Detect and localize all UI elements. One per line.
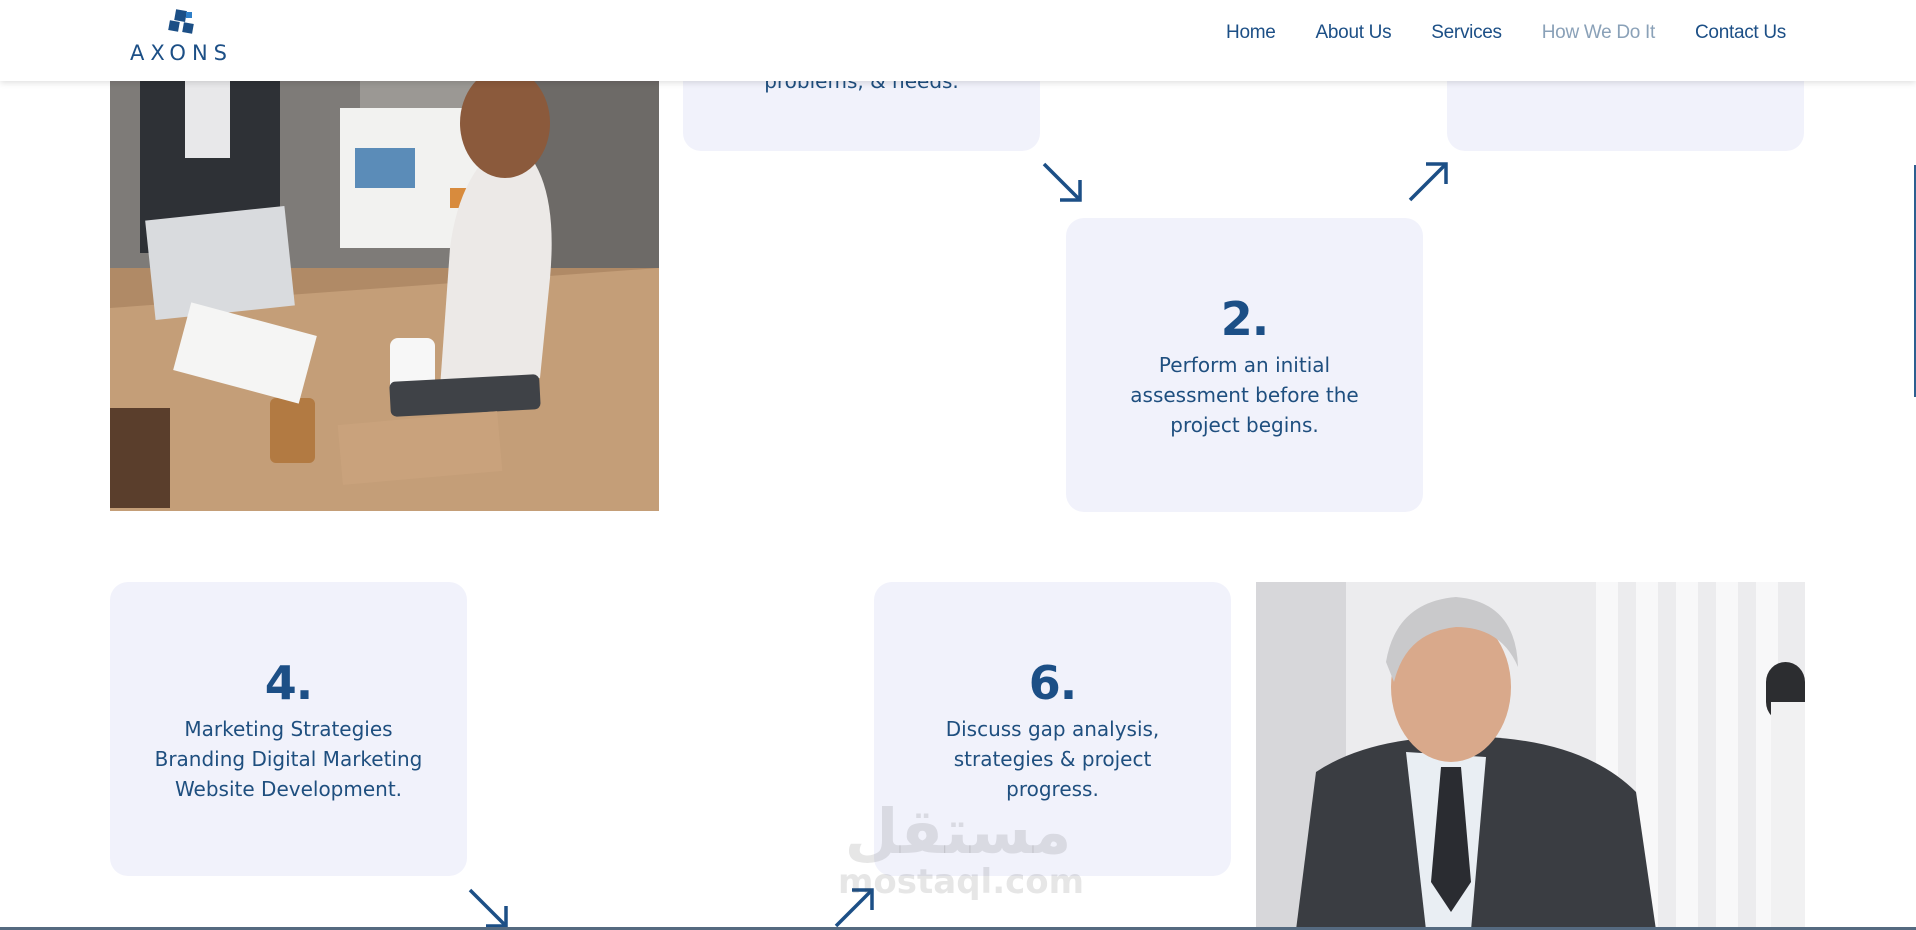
watermark-latin: mostaql.com xyxy=(838,862,1085,902)
main-nav: Home About Us Services How We Do It Cont… xyxy=(1226,22,1786,44)
logo-text: AXONS xyxy=(130,41,233,65)
step-card-2: 2. Perform an initial assessment before … xyxy=(1066,218,1423,512)
nav-home[interactable]: Home xyxy=(1226,22,1276,44)
arrow-down-right-icon xyxy=(1042,162,1082,202)
mostaql-watermark: مستقل mostaql.com xyxy=(838,795,1085,902)
axons-logo[interactable]: AXONS xyxy=(128,8,233,65)
meeting-photo xyxy=(110,78,659,511)
arrow-down-right-icon xyxy=(468,888,508,928)
watermark-arabic: مستقل xyxy=(844,795,1072,868)
nav-about-us[interactable]: About Us xyxy=(1316,22,1392,44)
step-4-text: Marketing Strategies Branding Digital Ma… xyxy=(154,717,423,801)
logo-mark-icon xyxy=(168,9,194,34)
step-4-number: 4. xyxy=(264,656,313,710)
step-6-text: Discuss gap analysis, strategies & proje… xyxy=(945,717,1160,801)
step-2-text: Perform an initial assessment before the… xyxy=(1130,353,1359,437)
nav-how-we-do-it[interactable]: How We Do It xyxy=(1542,22,1656,44)
step-2-number: 2. xyxy=(1220,292,1269,346)
arrow-up-right-icon xyxy=(1408,162,1448,202)
businessman-photo xyxy=(1256,582,1805,930)
site-header: AXONS Home About Us Services How We Do I… xyxy=(0,0,1916,81)
nav-services[interactable]: Services xyxy=(1431,22,1502,44)
step-6-number: 6. xyxy=(1028,656,1077,710)
step-card-4: 4. Marketing Strategies Branding Digital… xyxy=(110,582,467,876)
nav-contact-us[interactable]: Contact Us xyxy=(1695,22,1786,44)
